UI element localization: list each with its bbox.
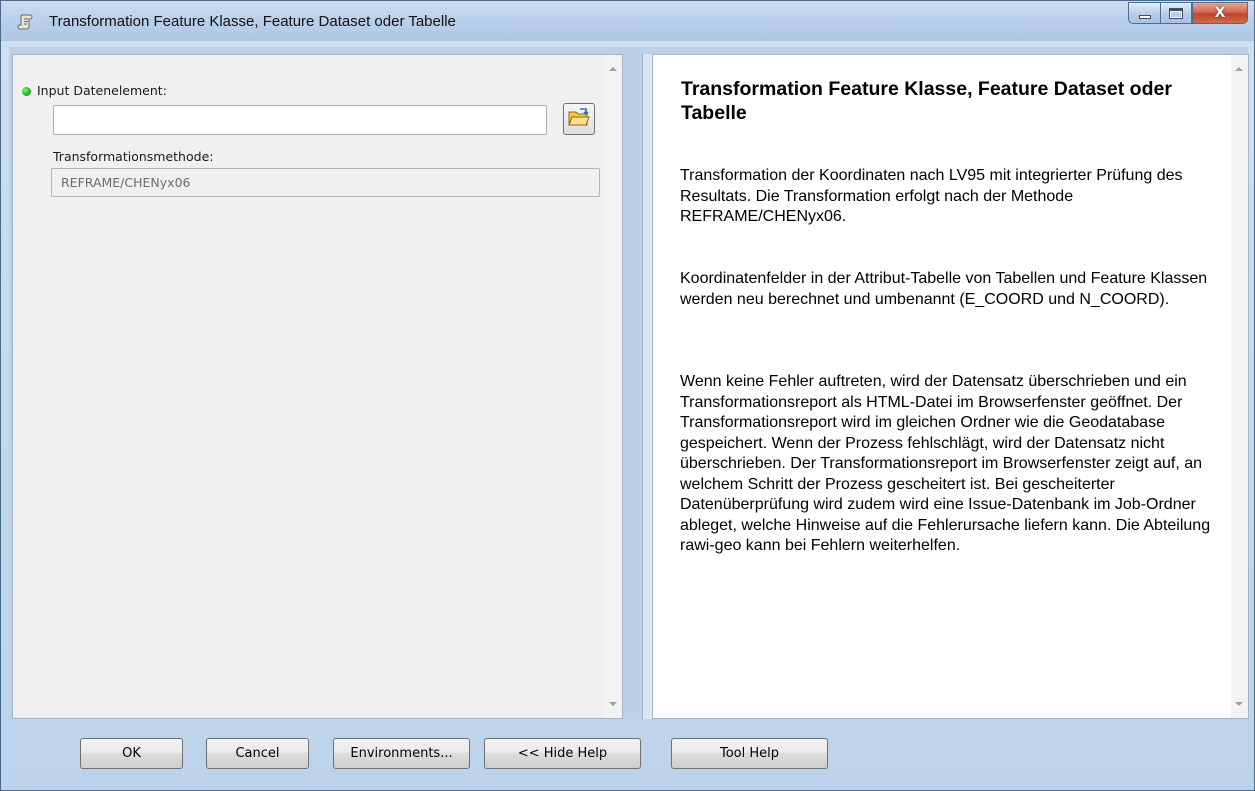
transformation-method-label: Transformationsmethode: [53, 149, 214, 164]
minimize-button[interactable] [1128, 2, 1160, 24]
transformation-method-field: REFRAME/CHENyx06 [51, 168, 600, 197]
scroll-down-icon[interactable] [609, 702, 617, 706]
help-paragraph: Transformation der Koordinaten nach LV95… [680, 167, 1183, 225]
scroll-down-icon[interactable] [1235, 702, 1243, 706]
scroll-up-icon[interactable] [1235, 67, 1243, 71]
close-icon: X [1214, 5, 1226, 21]
ok-button[interactable]: OK [80, 738, 183, 769]
hide-help-button[interactable]: << Hide Help [484, 738, 641, 769]
window-title: Transformation Feature Klasse, Feature D… [49, 13, 456, 30]
maximize-icon [1169, 7, 1183, 19]
close-button[interactable]: X [1192, 2, 1248, 24]
input-dataset-label: Input Datenelement: [37, 83, 167, 98]
minimize-icon [1138, 15, 1151, 19]
help-paragraph: Koordinatenfelder in der Attribut-Tabell… [680, 270, 1208, 308]
scroll-up-icon[interactable] [609, 67, 617, 71]
browse-button[interactable] [563, 103, 595, 135]
environments-button[interactable]: Environments... [333, 738, 470, 769]
cancel-button[interactable]: Cancel [206, 738, 309, 769]
input-dataset-field[interactable] [53, 105, 547, 135]
help-scrollbar[interactable] [1231, 55, 1248, 718]
parameters-scrollbar[interactable] [605, 55, 622, 718]
tool-help-button[interactable]: Tool Help [671, 738, 828, 769]
script-tool-icon [17, 13, 35, 31]
tool-dialog-window: Transformation Feature Klasse, Feature D… [0, 0, 1255, 791]
help-title: Transformation Feature Klasse, Feature D… [681, 78, 1172, 124]
pane-splitter[interactable] [642, 54, 652, 719]
maximize-button[interactable] [1160, 2, 1192, 24]
help-paragraph: Wenn keine Fehler auftreten, wird der Da… [680, 373, 1211, 554]
required-indicator-icon [22, 87, 31, 96]
open-folder-icon [568, 107, 590, 132]
window-controls: X [1128, 2, 1248, 24]
title-bar[interactable]: Transformation Feature Klasse, Feature D… [1, 1, 1254, 41]
